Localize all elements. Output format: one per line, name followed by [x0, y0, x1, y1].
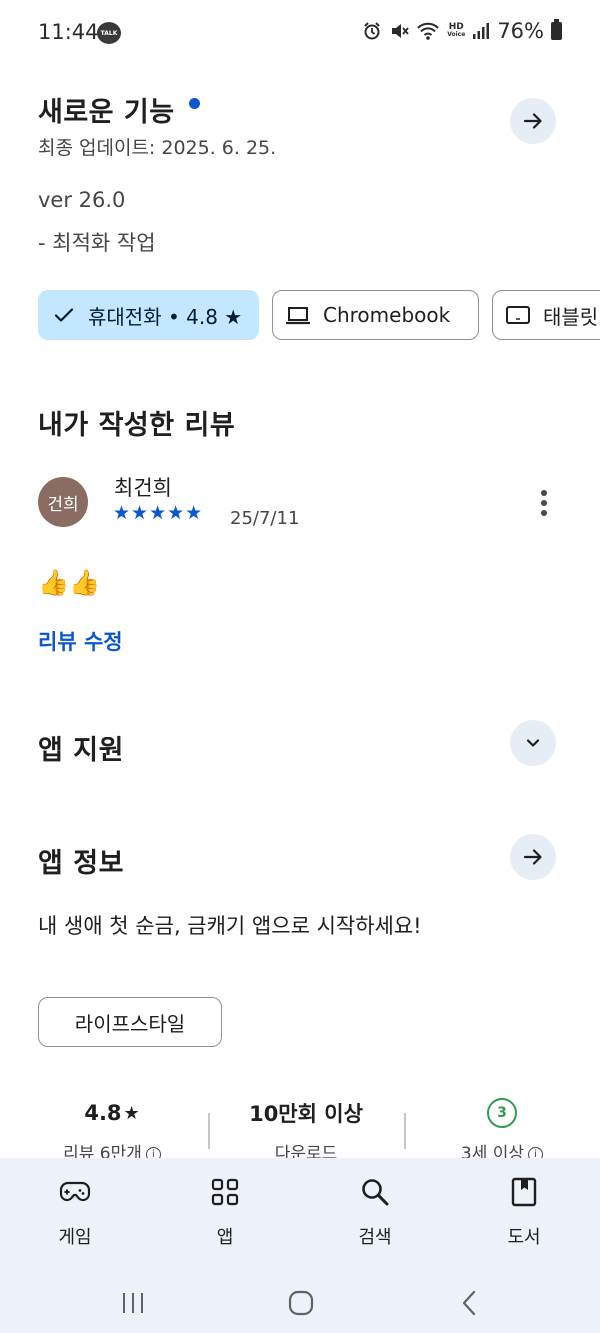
alarm-icon — [364, 22, 380, 40]
apps-grid-icon — [211, 1176, 239, 1208]
star-icon: ★ — [123, 1102, 140, 1124]
status-icons: HD Voice 76% — [362, 19, 562, 43]
home-icon[interactable] — [281, 1283, 321, 1323]
divider — [404, 1113, 406, 1149]
kakaotalk-notification-icon: TALK — [97, 22, 121, 44]
nav-books-label: 도서 — [507, 1227, 541, 1248]
app-description: 내 생애 첫 순금, 금캐기 앱으로 시작하세요! — [38, 914, 422, 938]
chip-phone[interactable]: 휴대전화 • 4.8 ★ — [38, 290, 259, 340]
check-icon — [52, 303, 76, 327]
arrow-right-icon — [523, 849, 542, 865]
search-icon — [360, 1176, 390, 1208]
chevron-down-icon — [526, 739, 540, 747]
app-support-title: 앱 지원 — [38, 735, 124, 766]
voice-label: Voice — [447, 31, 466, 38]
nav-games[interactable]: 게임 — [30, 1176, 120, 1249]
nav-apps[interactable]: 앱 — [180, 1176, 270, 1249]
hd-voice-icon: HD Voice — [447, 23, 465, 39]
bottom-navigation: 게임 앱 검색 도서 — [0, 1158, 600, 1273]
star-rating: ★★★★★ — [113, 502, 204, 524]
avatar: 건희 — [38, 477, 88, 527]
edit-review-link[interactable]: 리뷰 수정 — [38, 626, 123, 656]
arrow-right-icon — [523, 113, 542, 129]
app-info-title: 앱 정보 — [38, 848, 124, 879]
stat-age-rating: 3 3세 이상 i — [412, 1097, 592, 1164]
back-icon[interactable] — [450, 1283, 490, 1323]
whats-new-arrow-button[interactable] — [510, 98, 556, 144]
nav-books[interactable]: 도서 — [479, 1176, 569, 1249]
reviewer-name: 최건희 — [114, 476, 172, 500]
update-notes: - 최적화 작업 — [38, 231, 156, 255]
battery-percentage: 76% — [497, 19, 544, 43]
rating-value: 4.8 — [84, 1101, 122, 1125]
chip-tablet[interactable]: 태블릿 — [492, 290, 600, 340]
book-icon — [511, 1176, 537, 1208]
nav-apps-label: 앱 — [216, 1227, 234, 1248]
new-indicator-dot — [189, 98, 200, 109]
review-text: 👍👍 — [38, 568, 101, 597]
review-date: 25/7/11 — [230, 508, 300, 529]
hd-label: HD — [448, 22, 464, 32]
age-rating-badge-icon: 3 — [487, 1098, 517, 1128]
wifi-icon — [417, 22, 439, 40]
status-time: 11:44 — [38, 20, 99, 44]
status-bar: 11:44 TALK HD Voice 76% — [0, 0, 600, 66]
mute-icon — [392, 24, 409, 38]
chip-chromebook[interactable]: Chromebook — [272, 290, 479, 340]
app-info-arrow-button[interactable] — [510, 834, 556, 880]
gamepad-icon — [59, 1176, 91, 1208]
divider — [208, 1113, 210, 1149]
chip-phone-label: 휴대전화 • 4.8 ★ — [88, 304, 243, 329]
stat-rating: 4.8 ★ 리뷰 6만개 i — [22, 1097, 202, 1164]
whats-new-title: 새로운 기능 — [38, 97, 175, 128]
chip-tablet-label: 태블릿 — [543, 304, 599, 329]
nav-search[interactable]: 검색 — [330, 1176, 420, 1249]
downloads-value: 10만회 이상 — [249, 1102, 363, 1126]
signal-icon — [473, 23, 490, 39]
last-updated: 최종 업데이트: 2025. 6. 25. — [38, 137, 277, 159]
category-chip[interactable]: 라이프스타일 — [38, 997, 222, 1047]
tablet-icon — [505, 304, 531, 326]
chip-chromebook-label: Chromebook — [323, 303, 451, 327]
my-review-title: 내가 작성한 리뷰 — [38, 410, 236, 441]
more-options-icon[interactable] — [532, 487, 556, 519]
system-navigation-bar — [0, 1273, 600, 1333]
laptop-icon — [285, 304, 311, 326]
recent-apps-icon[interactable] — [113, 1283, 153, 1323]
version-text: ver 26.0 — [38, 188, 126, 212]
battery-icon — [551, 19, 562, 40]
app-support-expand-button[interactable] — [510, 720, 556, 766]
nav-search-label: 검색 — [358, 1227, 392, 1248]
stat-downloads: 10만회 이상 다운로드 — [216, 1097, 396, 1164]
nav-games-label: 게임 — [58, 1227, 92, 1248]
